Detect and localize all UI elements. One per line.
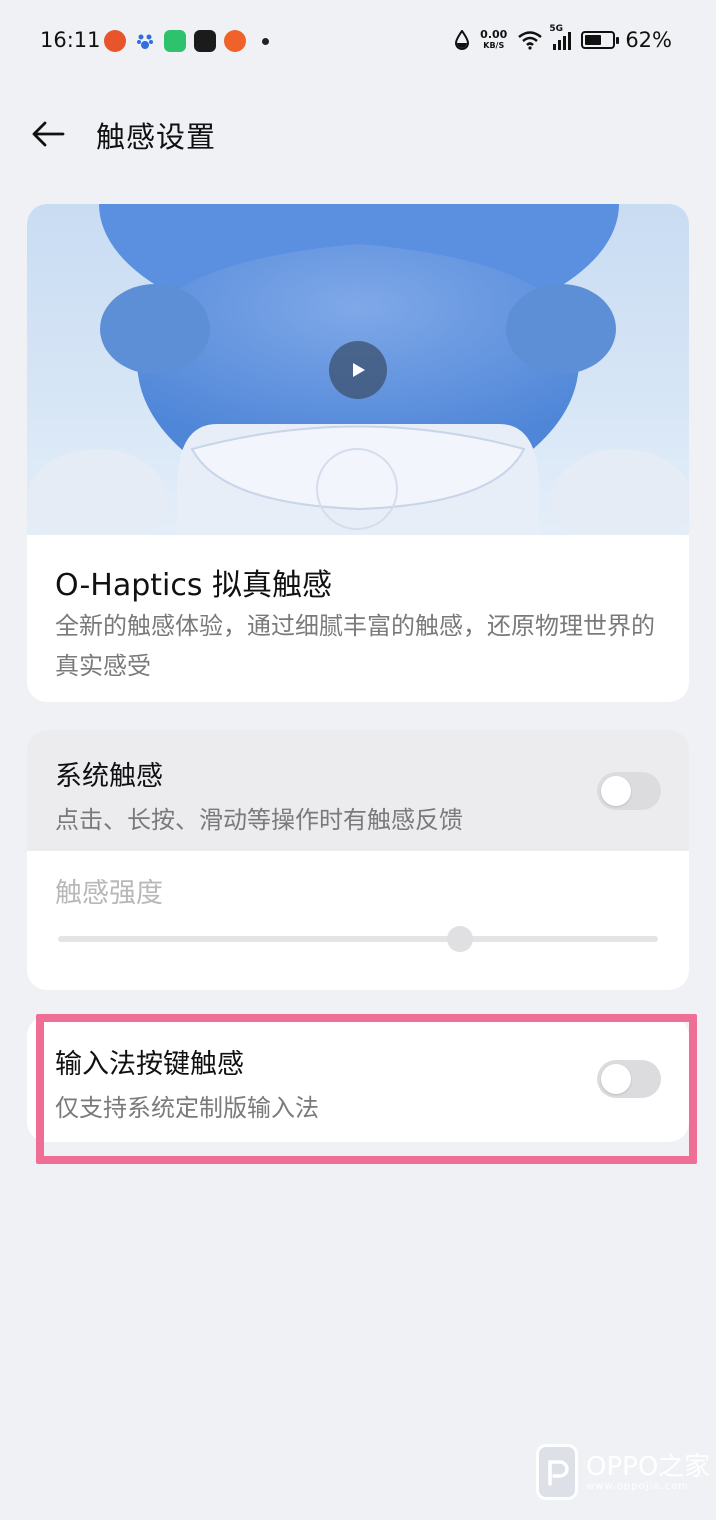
notification-icons [104,30,269,52]
watermark-brand: OPPO之家 [586,1451,711,1482]
highlight-annotation-box [36,1014,697,1164]
status-bar: 16:11 0.00 KB/S 5G 62% [0,0,716,84]
taobao-app-icon [104,30,126,52]
system-haptics-title: 系统触感 [55,761,163,792]
haptics-hero-card: O-Haptics 拟真触感 全新的触感体验，通过细腻丰富的触感，还原物理世界的… [27,204,689,702]
play-icon [353,363,365,377]
system-haptics-subtitle: 点击、长按、滑动等操作时有触感反馈 [55,806,463,834]
system-haptics-row[interactable]: 系统触感 点击、长按、滑动等操作时有触感反馈 [27,730,689,851]
play-button[interactable] [329,341,387,399]
intensity-slider-thumb[interactable] [447,926,473,952]
signal-bar-4-icon [568,32,572,50]
watermark-url: www.oppojia.com [586,1480,689,1492]
status-indicators: 0.00 KB/S 5G 62% [454,24,672,52]
battery-icon [581,31,620,49]
intensity-label: 触感强度 [55,878,163,909]
net-speed: 0.00 KB/S [480,29,507,51]
signal-bar-3-icon [563,36,567,50]
text-app-icon [194,30,216,52]
signal-bar-1-icon [553,44,557,50]
system-haptics-toggle[interactable] [597,772,661,810]
intensity-slider[interactable] [58,936,658,942]
orange-app-icon [224,30,246,52]
wechat-mini-icon [164,30,186,52]
cell-signal: 5G [549,24,572,50]
more-notifications-dot [262,37,269,45]
arrow-left-icon [32,121,65,147]
net-speed-unit: KB/S [483,41,505,50]
hero-description: 全新的触感体验，通过细腻丰富的触感，还原物理世界的真实感受 [55,612,655,680]
haptics-video[interactable] [27,204,689,535]
system-haptics-card: 系统触感 点击、长按、滑动等操作时有触感反馈 触感强度 [27,730,689,990]
toggle-knob [601,776,631,806]
wifi-icon [518,31,543,50]
network-type: 5G [549,24,563,34]
battery-percent: 62% [625,28,672,52]
hero-title: O-Haptics 拟真触感 [55,568,333,603]
watermark-text: OPPO之家 www.oppojia.com [586,1453,710,1492]
battery-fill [585,35,602,45]
watermark-logo-icon [536,1444,578,1500]
watermark: OPPO之家 www.oppojia.com [536,1444,710,1500]
water-drop-icon [455,30,470,50]
back-button[interactable] [28,112,68,156]
status-time: 16:11 [40,28,101,52]
baidu-app-icon [134,30,156,52]
page-title: 触感设置 [96,120,217,154]
signal-bar-2-icon [558,40,562,50]
